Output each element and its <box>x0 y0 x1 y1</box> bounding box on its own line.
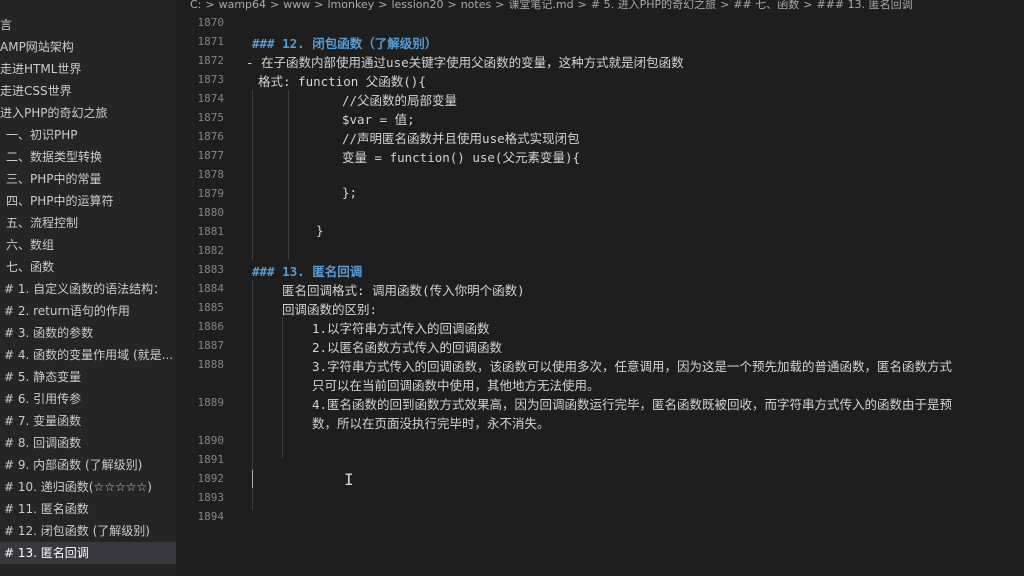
line-number: 1887 <box>197 339 225 352</box>
indent-guide <box>282 318 283 458</box>
code-line[interactable]: 格式: function 父函数(){ <box>258 71 426 90</box>
line-number: 1878 <box>197 168 225 181</box>
line-number: 1880 <box>197 206 225 219</box>
breadcrumb-segment[interactable]: C: <box>190 0 201 11</box>
code-line[interactable]: ### 13. 匿名回调 <box>252 261 362 280</box>
line-number: 1889 <box>197 396 225 409</box>
code-line[interactable]: 1.以字符串方式传入的回调函数 <box>312 318 490 337</box>
breadcrumb-separator: > <box>577 0 587 11</box>
code-line[interactable]: ### 12. 闭包函数（了解级别） <box>252 33 437 52</box>
line-number: 1879 <box>197 187 225 200</box>
mouse-ibeam-icon: I <box>344 470 354 489</box>
breadcrumb-separator: > <box>378 0 388 11</box>
code-line[interactable]: 4.匿名函数的回到函数方式效果高，因为回调函数运行完毕，匿名函数既被回收，而字符… <box>312 394 952 413</box>
sidebar-item[interactable]: # 2. return语句的作用 <box>0 300 176 322</box>
code-line[interactable]: 2.以匿名函数方式传入的回调函数 <box>312 337 502 356</box>
sidebar-item[interactable]: 走进CSS世界 <box>0 80 176 102</box>
sidebar-item[interactable]: 四、PHP中的运算符 <box>0 190 176 212</box>
code-line[interactable]: - 在子函数内部使用通过use关键字使用父函数的变量，这种方式就是闭包函数 <box>246 52 684 71</box>
sidebar-item[interactable]: # 1. 自定义函数的语法结构： <box>0 278 176 300</box>
sidebar-item[interactable]: 一、初识PHP <box>0 124 176 146</box>
sidebar-item[interactable]: 言 <box>0 14 176 36</box>
sidebar-item[interactable]: # 3. 函数的参数 <box>0 322 176 344</box>
line-number: 1885 <box>197 301 225 314</box>
code-line[interactable]: //声明匿名函数并且使用use格式实现闭包 <box>342 128 580 147</box>
sidebar-item[interactable]: 六、数组 <box>0 234 176 256</box>
breadcrumb[interactable]: C: > wamp64 > www > lmonkey > lession20 > notes > 课堂… <box>176 0 1024 12</box>
code-line[interactable]: 匿名回调格式: 调用函数(传入你明个函数) <box>282 280 525 299</box>
breadcrumb-segment[interactable]: 课堂笔记.md <box>508 0 573 11</box>
code-line[interactable]: 3.字符串方式传入的回调函数，该函数可以使用多次，任意调用，因为这是一个预先加载… <box>312 356 952 375</box>
breadcrumb-separator: > <box>270 0 280 11</box>
breadcrumb-segment[interactable]: notes <box>461 0 492 11</box>
line-number: 1884 <box>197 282 225 295</box>
sidebar-item[interactable]: 三、PHP中的常量 <box>0 168 176 190</box>
breadcrumb-segment[interactable]: lmonkey <box>327 0 374 11</box>
sidebar-item[interactable]: # 6. 引用传参 <box>0 388 176 410</box>
line-number: 1893 <box>197 491 225 504</box>
sidebar-item[interactable]: # 5. 静态变量 <box>0 366 176 388</box>
code-line[interactable]: $var = 值; <box>342 109 415 128</box>
line-number: 1877 <box>197 149 225 162</box>
code-line[interactable]: //父函数的局部变量 <box>342 90 457 109</box>
line-number: 1888 <box>197 358 225 371</box>
breadcrumb-separator: > <box>447 0 457 11</box>
sidebar-item[interactable]: 七、函数 <box>0 256 176 278</box>
line-number: 1870 <box>197 16 225 29</box>
breadcrumb-separator: > <box>720 0 730 11</box>
breadcrumb-separator: > <box>314 0 324 11</box>
breadcrumb-separator: > <box>495 0 505 11</box>
line-number: 1874 <box>197 92 225 105</box>
code-line[interactable]: } <box>316 223 324 238</box>
code-line[interactable]: 变量 = function() use(父元素变量){ <box>342 147 580 166</box>
line-number: 1882 <box>197 244 225 257</box>
sidebar-item[interactable]: # 13. 匿名回调 <box>0 542 176 564</box>
breadcrumb-separator: > <box>803 0 813 11</box>
breadcrumb-segment[interactable]: wamp64 <box>219 0 266 11</box>
sidebar-item[interactable]: # 4. 函数的变量作用域 (就是... <box>0 344 176 366</box>
indent-guide <box>288 90 289 260</box>
code-line[interactable]: }; <box>342 185 357 200</box>
line-number: 1871 <box>197 35 225 48</box>
sidebar-item[interactable]: # 11. 匿名函数 <box>0 498 176 520</box>
line-number: 1883 <box>197 263 225 276</box>
text-cursor <box>252 470 253 488</box>
line-number: 1891 <box>197 453 225 466</box>
code-line[interactable]: 回调函数的区别: <box>282 299 377 318</box>
editor-pane[interactable]: 1870 1871 ### 12. 闭包函数（了解级别） 1872 - 在子函数内部使用… <box>176 12 1024 576</box>
sidebar-item[interactable]: 五、流程控制 <box>0 212 176 234</box>
line-number: 1876 <box>197 130 225 143</box>
breadcrumb-segment[interactable]: ### 13. 匿名回调 <box>816 0 912 11</box>
indent-guide <box>252 90 253 260</box>
breadcrumb-segment[interactable]: lession20 <box>391 0 443 11</box>
sidebar-item[interactable]: 走进HTML世界 <box>0 58 176 80</box>
sidebar-item[interactable]: 进入PHP的奇幻之旅 <box>0 102 176 124</box>
line-number: 1892 <box>197 472 225 485</box>
breadcrumb-segment[interactable]: www <box>283 0 310 11</box>
line-number: 1873 <box>197 73 225 86</box>
breadcrumb-segment[interactable]: ## 七、函数 <box>733 0 799 11</box>
sidebar-item[interactable]: 二、数据类型转换 <box>0 146 176 168</box>
sidebar-item[interactable]: # 10. 递归函数(☆☆☆☆☆) <box>0 476 176 498</box>
sidebar-item[interactable]: # 9. 内部函数 (了解级别) <box>0 454 176 476</box>
line-number: 1890 <box>197 434 225 447</box>
line-number: 1886 <box>197 320 225 333</box>
outline-sidebar: 言 AMP网站架构 走进HTML世界 走进CSS世界 进入PHP的奇幻之旅 一、初识PHP… <box>0 0 176 576</box>
line-number: 1875 <box>197 111 225 124</box>
line-number: 1894 <box>197 510 225 523</box>
breadcrumb-segment[interactable]: # 5. 进入PHP的奇幻之旅 <box>591 0 716 11</box>
line-number: 1872 <box>197 54 225 67</box>
code-line[interactable]: 只可以在当前回调函数中使用，其他地方无法使用。 <box>312 375 600 394</box>
sidebar-item[interactable]: # 8. 回调函数 <box>0 432 176 454</box>
sidebar-item[interactable]: AMP网站架构 <box>0 36 176 58</box>
code-line[interactable]: 数，所以在页面没执行完毕时，永不消失。 <box>312 413 550 432</box>
sidebar-item[interactable]: # 7. 变量函数 <box>0 410 176 432</box>
breadcrumb-separator: > <box>205 0 215 11</box>
sidebar-item[interactable]: # 12. 闭包函数 (了解级别) <box>0 520 176 542</box>
line-number: 1881 <box>197 225 225 238</box>
